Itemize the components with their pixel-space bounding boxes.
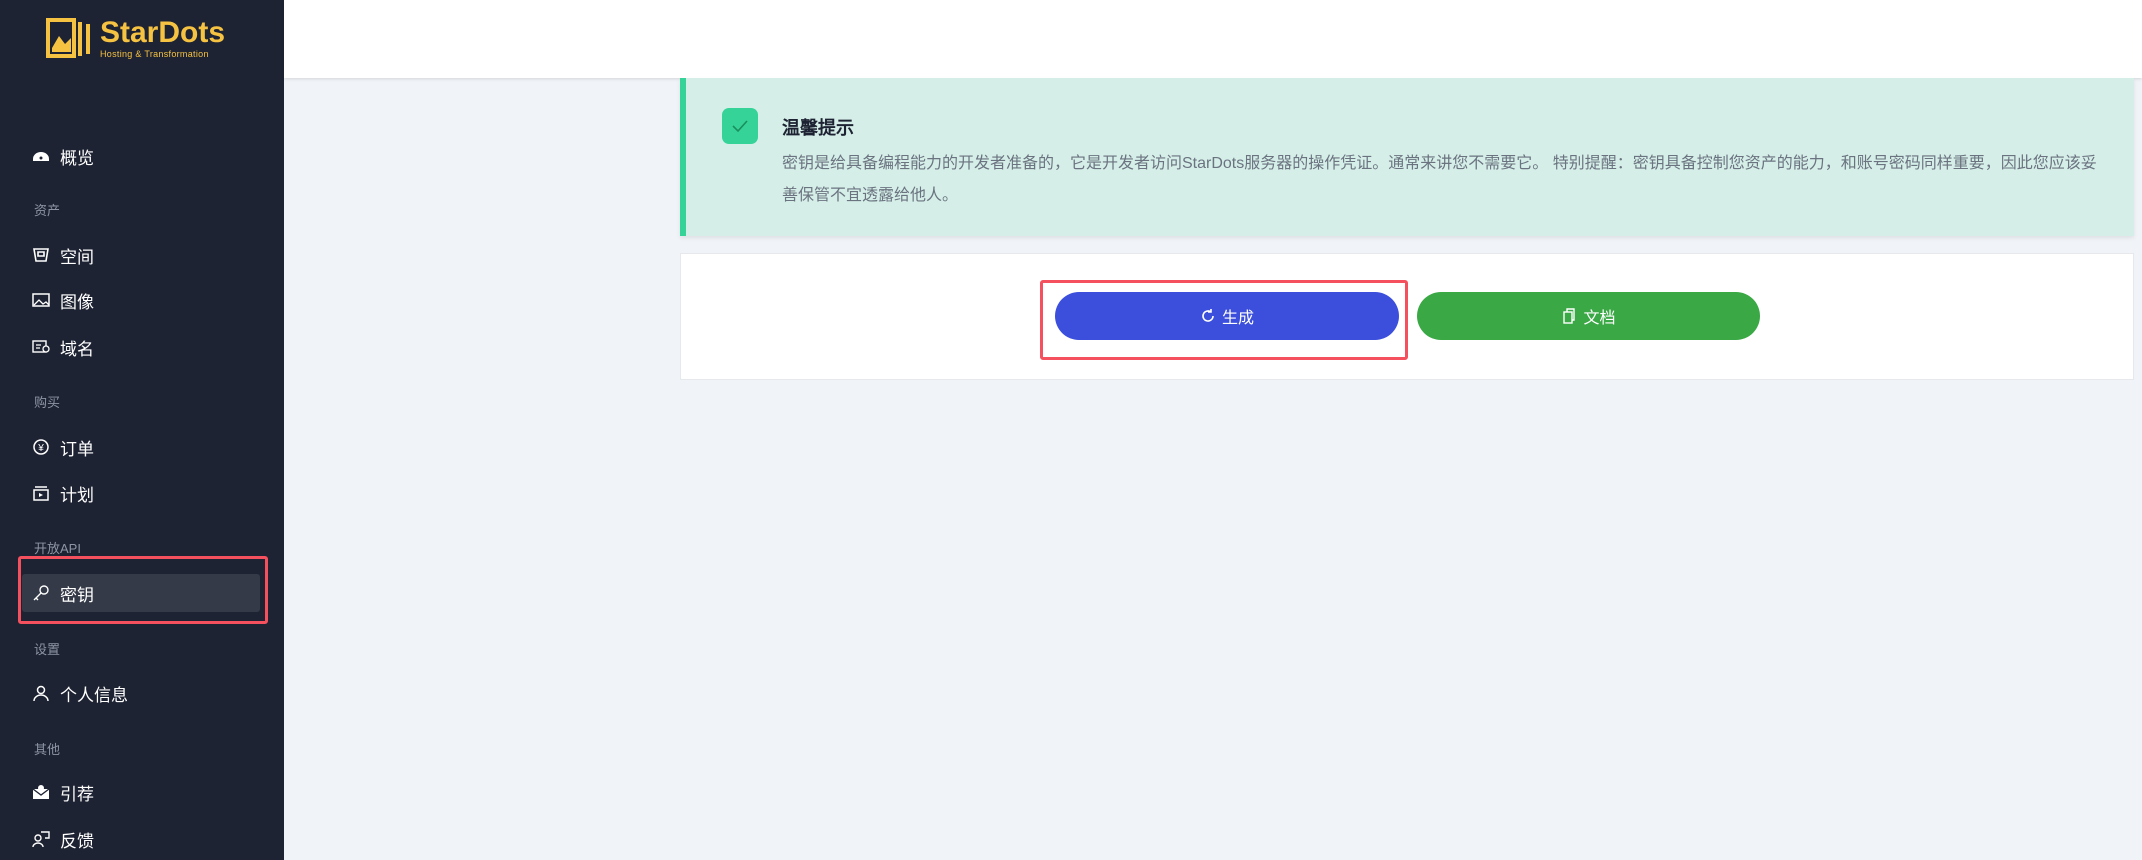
label: 引荐 [60, 784, 94, 804]
tip-alert: 温馨提示 密钥是给具备编程能力的开发者准备的，它是开发者访问StarDots服务… [680, 78, 2134, 236]
dashboard-icon [33, 152, 49, 161]
certificate-icon [32, 340, 50, 353]
group-settings: 设置 [34, 642, 61, 657]
group-assets: 资产 [34, 203, 61, 218]
check-icon [722, 108, 758, 144]
sidebar-item-orders[interactable]: ¥ 订单 [22, 428, 260, 466]
label: 域名 [60, 339, 94, 359]
label: 反馈 [60, 831, 94, 851]
sidebar-item-domains[interactable]: 域名 [22, 328, 260, 366]
alert-text: 密钥是给具备编程能力的开发者准备的，它是开发者访问StarDots服务器的操作凭… [782, 155, 2097, 204]
sidebar: StarDots Hosting & Transformation 概览 资产 … [0, 0, 284, 860]
plan-icon [33, 486, 49, 501]
yuan-cycle-icon: ¥ [33, 439, 49, 455]
sidebar-item-feedback[interactable]: 反馈 [22, 820, 260, 858]
label: 个人信息 [60, 685, 128, 705]
sidebar-item-profile[interactable]: 个人信息 [22, 674, 260, 712]
highlight-box [1040, 280, 1408, 360]
group-open-api: 开放API [34, 541, 81, 556]
top-header [284, 0, 2142, 78]
logo-icon [46, 18, 90, 58]
user-icon [33, 685, 49, 702]
bucket-icon [33, 248, 49, 262]
mail-user-icon [32, 785, 50, 799]
group-other: 其他 [34, 742, 61, 757]
sidebar-item-overview[interactable]: 概览 [22, 137, 260, 175]
highlight-box [18, 556, 268, 624]
sidebar-item-space[interactable]: 空间 [22, 236, 260, 274]
document-copy-icon [1563, 308, 1576, 324]
logo[interactable]: StarDots Hosting & Transformation [46, 16, 225, 60]
label: 订单 [60, 439, 94, 459]
group-purchase: 购买 [34, 395, 61, 410]
label: 概览 [60, 148, 94, 168]
brand-tagline: Hosting & Transformation [100, 49, 209, 59]
label: 空间 [60, 247, 94, 267]
feedback-icon [32, 831, 50, 848]
alert-title: 温馨提示 [782, 118, 854, 138]
sidebar-item-referral[interactable]: 引荐 [22, 773, 260, 811]
brand-name: StarDots [100, 16, 226, 49]
sidebar-item-images[interactable]: 图像 [22, 281, 260, 319]
label: 图像 [60, 292, 94, 312]
sidebar-item-plans[interactable]: 计划 [22, 474, 260, 512]
docs-button[interactable]: 文档 [1417, 292, 1760, 340]
svg-text:¥: ¥ [37, 443, 44, 454]
image-icon [32, 293, 50, 307]
label: 计划 [60, 485, 94, 505]
docs-label: 文档 [1583, 310, 1616, 327]
